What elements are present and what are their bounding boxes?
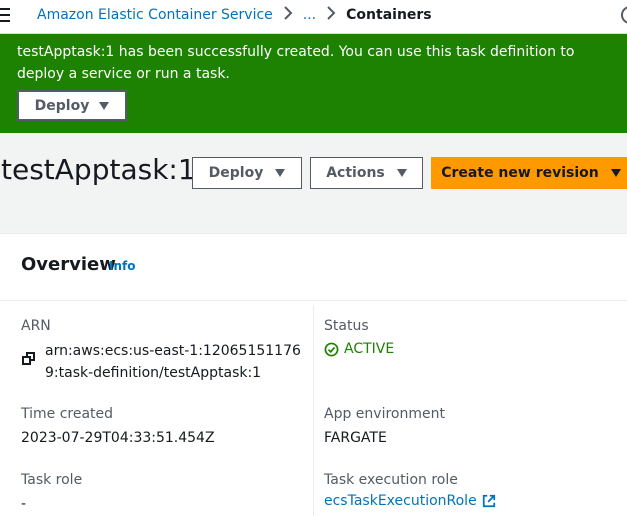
- task-execution-role-value: ecsTaskExecutionRole: [324, 493, 477, 509]
- overview-card: Overview Info ARN arn:aws:ecs:us-east-1:…: [0, 233, 627, 516]
- overview-title: Overview: [21, 254, 116, 275]
- menu-icon[interactable]: [0, 8, 10, 22]
- caret-down-icon: [99, 101, 110, 110]
- deploy-button[interactable]: Deploy: [192, 157, 302, 189]
- column-divider: [313, 305, 314, 516]
- caret-down-icon: [610, 169, 621, 177]
- create-revision-label: Create new revision: [441, 165, 599, 181]
- overview-header: Overview Info: [0, 234, 627, 301]
- check-circle-icon: [324, 342, 339, 356]
- breadcrumb-ellipsis-link[interactable]: ...: [303, 7, 316, 23]
- chevron-right-icon: [322, 6, 340, 24]
- create-new-revision-button[interactable]: Create new revision: [431, 157, 627, 189]
- chevron-right-icon: [279, 6, 297, 24]
- actions-label: Actions: [326, 165, 385, 181]
- status-indicator: ACTIVE: [324, 341, 394, 357]
- status-value: ACTIVE: [344, 341, 395, 357]
- info-link[interactable]: Info: [109, 259, 135, 273]
- arn-value: arn:aws:ecs:us-east-1:120651511769:task-…: [45, 343, 301, 381]
- success-flash-banner: testApptask:1 has been successfully crea…: [0, 34, 627, 133]
- arn-label: ARN: [21, 318, 51, 334]
- ecs-task-definition-page: Amazon Elastic Container Service ... Con…: [0, 0, 627, 516]
- actions-button[interactable]: Actions: [310, 157, 423, 189]
- copy-icon[interactable]: [22, 352, 36, 366]
- flash-message: testApptask:1 has been successfully crea…: [17, 44, 575, 82]
- caret-down-icon: [275, 169, 286, 177]
- external-link-icon: [482, 494, 495, 508]
- page-title: testApptask:1: [1, 153, 196, 186]
- time-created-label: Time created: [21, 406, 114, 422]
- task-execution-role-link[interactable]: ecsTaskExecutionRole: [324, 493, 496, 509]
- help-icon[interactable]: [621, 6, 627, 24]
- breadcrumb-bar: Amazon Elastic Container Service ... Con…: [0, 0, 627, 34]
- caret-down-icon: [396, 169, 407, 177]
- task-role-value: -: [21, 496, 27, 512]
- status-label: Status: [324, 318, 369, 334]
- app-environment-value: FARGATE: [324, 430, 387, 446]
- breadcrumb-current: Containers: [346, 7, 432, 23]
- app-environment-label: App environment: [324, 406, 445, 422]
- time-created-value: 2023-07-29T04:33:51.454Z: [21, 430, 215, 446]
- breadcrumb-ecs-link[interactable]: Amazon Elastic Container Service: [37, 7, 273, 23]
- task-role-label: Task role: [21, 472, 83, 488]
- deploy-label: Deploy: [208, 165, 264, 181]
- breadcrumb: Amazon Elastic Container Service ... Con…: [37, 6, 432, 24]
- task-execution-role-label: Task execution role: [324, 472, 458, 488]
- flash-deploy-button[interactable]: Deploy: [17, 90, 127, 121]
- flash-deploy-label: Deploy: [34, 97, 90, 114]
